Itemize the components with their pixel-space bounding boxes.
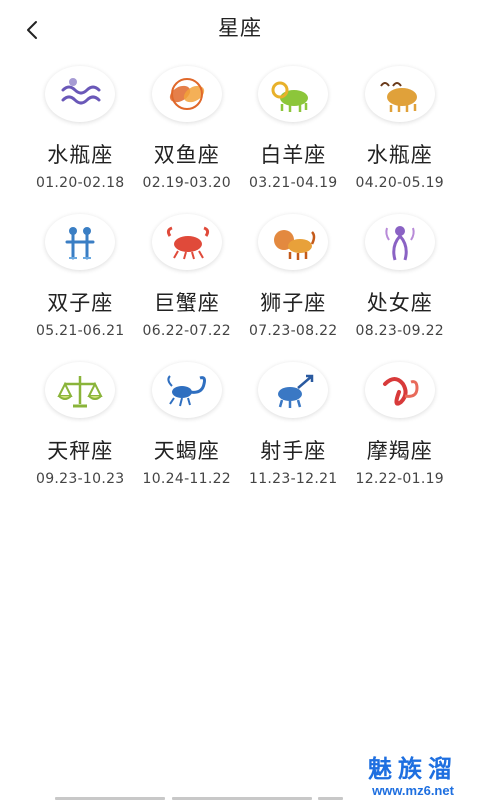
zodiac-card[interactable]: 天秤座 09.23-10.23 (27, 362, 134, 496)
zodiac-icon-badge (45, 362, 116, 418)
zodiac-name: 水瓶座 (47, 143, 114, 167)
zodiac-card[interactable]: 射手座 11.23-12.21 (240, 362, 347, 496)
zodiac-icon-badge (151, 362, 222, 418)
zodiac-icon-badge (45, 214, 116, 270)
zodiac-date-range: 01.20-02.18 (35, 175, 125, 191)
libra-icon (57, 376, 103, 408)
zodiac-card[interactable]: 双子座 05.21-06.21 (27, 214, 134, 348)
watermark-url: www.mz6.net (372, 783, 454, 798)
zodiac-card[interactable]: 水瓶座 01.20-02.18 (27, 66, 134, 200)
zodiac-date-range: 07.23-08.22 (248, 323, 338, 339)
zodiac-name: 天蝎座 (153, 439, 220, 463)
zodiac-date-range: 03.21-04.19 (248, 175, 338, 191)
zodiac-date-range: 11.23-12.21 (248, 471, 338, 487)
zodiac-card[interactable]: 处女座 08.23-09.22 (347, 214, 454, 348)
zodiac-card[interactable]: 白羊座 03.21-04.19 (240, 66, 347, 200)
leo-icon (274, 230, 316, 260)
pisces-icon (169, 78, 204, 110)
zodiac-grid: 水瓶座 01.20-02.18 双鱼座 02.19-03.20 白羊座 03.21-04.… (27, 66, 453, 496)
zodiac-icon-badge (258, 66, 329, 122)
zodiac-date-range: 05.21-06.21 (35, 323, 125, 339)
zodiac-icon-badge (45, 66, 116, 122)
zodiac-date-range: 09.23-10.23 (35, 471, 125, 487)
zodiac-icon-badge (258, 214, 329, 270)
scorpio-icon (167, 375, 206, 407)
aquarius-icon (61, 78, 101, 105)
zodiac-name: 天秤座 (47, 439, 114, 463)
zodiac-date-range: 06.22-07.22 (142, 323, 231, 339)
page-title: 星座 (218, 16, 262, 40)
zodiac-date-range: 10.24-11.22 (142, 471, 231, 487)
zodiac-date-range: 02.19-03.20 (142, 175, 231, 191)
zodiac-name: 处女座 (366, 291, 433, 315)
app-root: 星座 水瓶座 01.20-02.18 双鱼座 02.19-03.20 白羊座 03.21-… (0, 0, 480, 800)
watermark: 魅族溜 www.mz6.net (368, 754, 458, 799)
zodiac-icon-badge (364, 214, 435, 270)
zodiac-name: 白羊座 (260, 143, 327, 167)
zodiac-date-range: 08.23-09.22 (355, 323, 444, 339)
zodiac-card[interactable]: 狮子座 07.23-08.22 (240, 214, 347, 348)
zodiac-card[interactable]: 摩羯座 12.22-01.19 (347, 362, 454, 496)
zodiac-name: 双子座 (47, 291, 114, 315)
zodiac-date-range: 12.22-01.19 (355, 471, 444, 487)
watermark-brand: 魅族溜 (368, 754, 458, 783)
taurus-icon (379, 82, 417, 112)
zodiac-icon-badge (364, 66, 435, 122)
aries-icon (271, 81, 309, 112)
zodiac-icon-badge (151, 214, 222, 270)
zodiac-card[interactable]: 水瓶座 04.20-05.19 (347, 66, 454, 200)
zodiac-name: 巨蟹座 (153, 291, 220, 315)
zodiac-card[interactable]: 天蝎座 10.24-11.22 (134, 362, 241, 496)
zodiac-icon-badge (364, 362, 435, 418)
header: 星座 (0, 0, 480, 56)
cancer-icon (166, 226, 209, 260)
zodiac-name: 狮子座 (260, 291, 327, 315)
zodiac-card[interactable]: 巨蟹座 06.22-07.22 (134, 214, 241, 348)
capricorn-icon (382, 377, 419, 406)
zodiac-icon-badge (151, 66, 222, 122)
virgo-icon (385, 226, 415, 261)
zodiac-name: 双鱼座 (153, 143, 220, 167)
zodiac-card[interactable]: 双鱼座 02.19-03.20 (134, 66, 241, 200)
zodiac-name: 射手座 (260, 439, 327, 463)
sagittarius-icon (278, 374, 314, 408)
zodiac-date-range: 04.20-05.19 (355, 175, 444, 191)
zodiac-icon-badge (258, 362, 329, 418)
zodiac-name: 水瓶座 (366, 143, 433, 167)
gemini-icon (65, 227, 95, 260)
zodiac-name: 摩羯座 (366, 439, 433, 463)
